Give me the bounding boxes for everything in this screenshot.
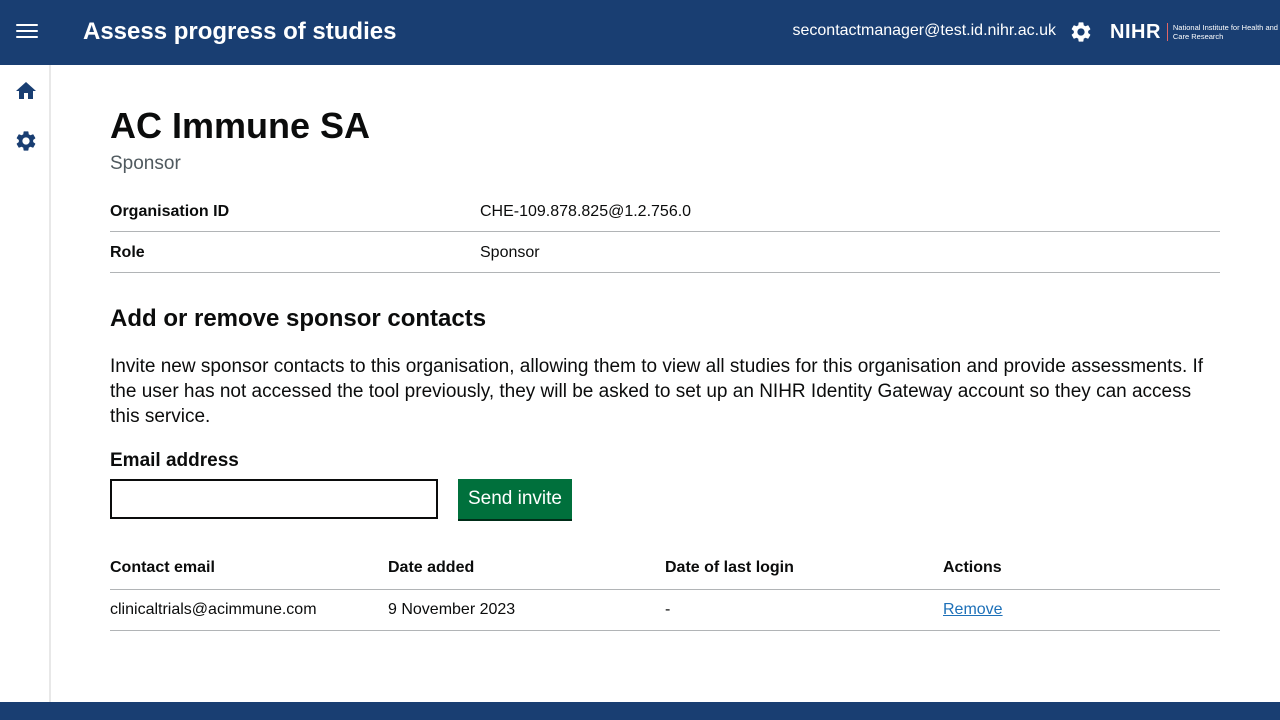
top-header: Assess progress of studies secontactmana… — [0, 0, 1280, 65]
sidebar — [0, 65, 51, 702]
contacts-table: Contact email Date added Date of last lo… — [110, 548, 1220, 631]
contact-email-cell: clinicaltrials@acimmune.com — [110, 589, 388, 631]
send-invite-button[interactable]: Send invite — [458, 479, 572, 519]
logo-mark: NIHR — [1110, 20, 1161, 43]
summary-value: Sponsor — [480, 244, 540, 261]
logo-divider — [1166, 23, 1168, 41]
home-icon[interactable] — [14, 79, 38, 103]
user-email: secontactmanager@test.id.nihr.ac.uk — [792, 22, 1057, 39]
hamburger-menu-icon[interactable] — [16, 24, 38, 42]
summary-row: Role Sponsor — [110, 232, 1220, 273]
page-title: AC Immune SA — [110, 105, 371, 146]
nihr-logo: NIHR National Institute for Health and C… — [1110, 18, 1280, 46]
date-added-cell: 9 November 2023 — [388, 589, 665, 631]
gear-icon[interactable] — [14, 129, 38, 153]
remove-link[interactable]: Remove — [943, 601, 1003, 618]
logo-subtitle: National Institute for Health and Care R… — [1172, 23, 1278, 41]
footer-bar — [0, 702, 1280, 720]
column-header: Actions — [943, 548, 1220, 590]
summary-key: Organisation ID — [110, 203, 230, 220]
org-caption: Sponsor — [110, 153, 181, 174]
gear-icon[interactable] — [1069, 20, 1093, 44]
column-header: Contact email — [110, 548, 388, 590]
column-header: Date added — [388, 548, 665, 590]
summary-value: CHE-109.878.825@1.2.756.0 — [480, 203, 692, 220]
app-title: Assess progress of studies — [83, 18, 397, 45]
summary-row: Organisation ID CHE-109.878.825@1.2.756.… — [110, 191, 1220, 232]
last-login-cell: - — [665, 589, 943, 631]
summary-key: Role — [110, 244, 145, 261]
column-header: Date of last login — [665, 548, 943, 590]
intro-text: Invite new sponsor contacts to this orga… — [110, 356, 1204, 427]
email-label: Email address — [110, 450, 239, 471]
email-field[interactable] — [110, 479, 438, 519]
table-header-row: Contact email Date added Date of last lo… — [110, 548, 1220, 590]
table-row: clinicaltrials@acimmune.com 9 November 2… — [110, 589, 1220, 631]
section-title: Add or remove sponsor contacts — [110, 305, 487, 332]
actions-cell: Remove — [943, 589, 1220, 631]
summary-list: Organisation ID CHE-109.878.825@1.2.756.… — [110, 191, 1220, 273]
